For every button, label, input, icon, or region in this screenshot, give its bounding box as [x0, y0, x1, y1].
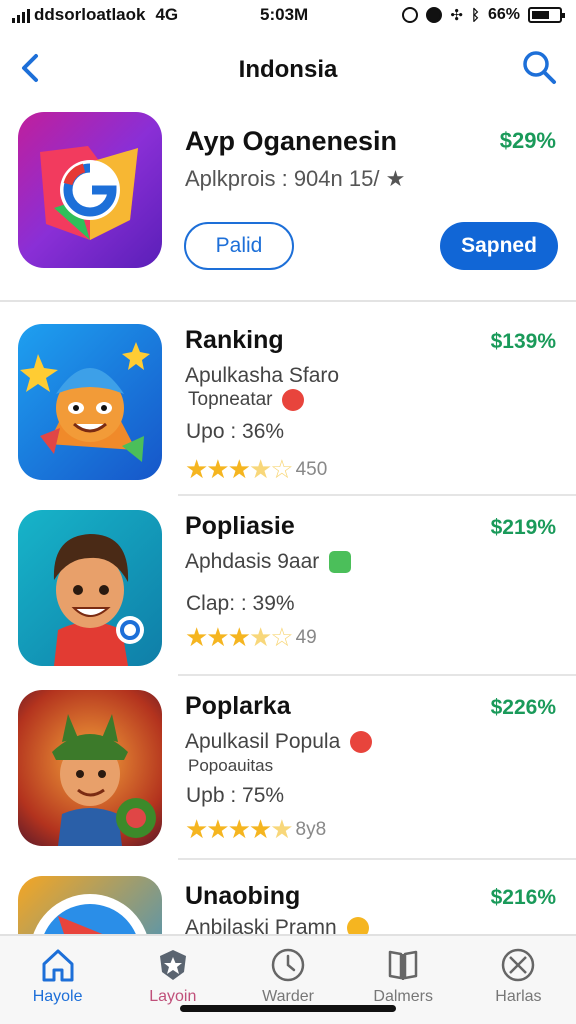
alarm-icon [426, 7, 443, 23]
app-subtitle: Apulkasil Popula [185, 730, 373, 754]
tab-home[interactable]: Hayole [0, 936, 115, 1024]
tab-label: Layoin [149, 988, 197, 1005]
app-subtitle-text: Apulkasil Popula [185, 730, 341, 753]
vibrate-icon: ✣ [450, 7, 463, 24]
app-icon-unaobing [18, 876, 162, 934]
app-subtitle-secondary-text: Topneatar [188, 389, 273, 411]
nav-header: Indonsia [0, 40, 576, 96]
divider [178, 674, 576, 676]
rating-count: 8y8 [295, 818, 327, 840]
battery-level-fill [532, 11, 549, 19]
list-item[interactable]: Poplarka $226% Apulkasil Popula Popoauit… [0, 690, 576, 870]
star-rating-icon: ★★★★★ [185, 814, 294, 844]
divider [178, 494, 576, 496]
app-title: Ranking [185, 326, 284, 354]
app-badge-icon [329, 551, 352, 574]
app-subtitle-secondary: Topneatar [188, 389, 304, 411]
rating-count: 49 [295, 626, 317, 648]
app-subtitle-secondary: Popoauitas [188, 756, 274, 775]
carrier-name: ddsorloatlaok [34, 5, 146, 24]
featured-app-card[interactable]: Ayp Oganenesin Aplkprois : 904n 15/ ★ $2… [0, 112, 576, 302]
app-icon-poplarka [18, 690, 162, 846]
featured-app-icon [18, 112, 162, 268]
tab-label: Dalmers [373, 988, 433, 1005]
star-shield-icon [159, 950, 186, 980]
emoji-badge-icon [281, 389, 304, 411]
tab-bar: Hayole Layoin Warder Dalmers Harlas [0, 934, 576, 1024]
app-price: $219% [490, 516, 556, 539]
star-rating-icon: ★★★★☆ [185, 622, 294, 652]
status-bar: ddsorloatlaok 4G 5:03M ✣ ᛒ 66% [0, 0, 576, 30]
app-icon-popliasie [18, 510, 162, 666]
tab-label: Hayole [32, 988, 83, 1005]
app-price: $139% [490, 330, 556, 353]
home-indicator[interactable] [180, 1005, 396, 1012]
app-price: $226% [490, 696, 556, 719]
emoji-badge-icon [346, 917, 369, 934]
app-price: $216% [490, 886, 556, 909]
app-title: Unaobing [185, 882, 301, 910]
book-icon [388, 950, 418, 980]
star-rating-icon: ★★★★☆ [185, 454, 294, 484]
network-type: 4G [155, 5, 179, 24]
page-title: Indonsia [238, 56, 338, 83]
compass-icon [271, 948, 305, 982]
bluetooth-icon: ᛒ [470, 6, 480, 24]
featured-app-subtitle: Aplkprois : 904n 15/ ★ [185, 166, 406, 191]
tab-harlas[interactable]: Harlas [461, 936, 576, 1024]
list-item[interactable]: Popliasie $219% Aphdasis 9aar Clap: : 39… [0, 510, 576, 690]
signal-icon [12, 7, 30, 23]
battery-icon [528, 7, 565, 23]
emoji-badge-icon [350, 731, 373, 754]
app-title: Popliasie [185, 512, 295, 540]
app-stat: Clap: : 39% [186, 592, 295, 615]
app-stat: Upb : 75% [186, 784, 285, 807]
paid-button[interactable]: Palid [184, 222, 294, 270]
get-button[interactable]: Sapned [440, 222, 558, 270]
circle-x-icon [502, 948, 535, 982]
rating-row: ★★★★☆ 49 [185, 622, 317, 653]
rating-row: ★★★★☆ 450 [185, 454, 327, 485]
rating-row: ★★★★★ 8y8 [185, 814, 326, 845]
featured-app-price: $29% [499, 128, 556, 153]
tab-label: Harlas [495, 988, 542, 1005]
home-icon [42, 949, 74, 982]
tab-label: Warder [262, 988, 314, 1005]
search-icon[interactable] [520, 48, 558, 86]
rating-count: 450 [295, 458, 328, 480]
app-icon-ranking [18, 324, 162, 480]
list-item[interactable]: Unaobing $216% Anbilaski Pramn [0, 876, 576, 934]
list-item[interactable]: Ranking $139% Apulkasha Sfaro Topneatar … [0, 324, 576, 504]
divider [178, 858, 576, 860]
app-subtitle: Apulkasha Sfaro [185, 364, 340, 387]
app-subtitle-text: Anbilaski Pramn [185, 916, 337, 934]
app-subtitle-text: Aphdasis 9aar [185, 550, 320, 573]
app-subtitle: Aphdasis 9aar [185, 550, 352, 574]
battery-percent: 66% [487, 6, 520, 23]
app-stat: Upo : 36% [186, 420, 285, 443]
app-subtitle: Anbilaski Pramn [185, 916, 369, 934]
rotation-lock-icon [402, 7, 419, 23]
clock: 5:03M [260, 5, 309, 24]
featured-app-title: Ayp Oganenesin [185, 126, 398, 156]
app-title: Poplarka [185, 692, 291, 720]
